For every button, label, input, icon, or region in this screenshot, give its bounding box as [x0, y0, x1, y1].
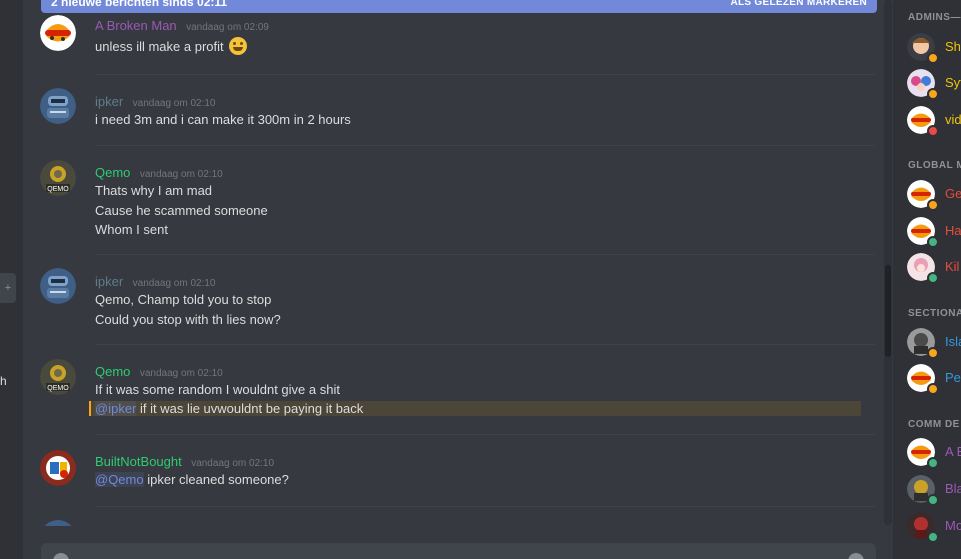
member-name: Per: [945, 370, 961, 385]
message-author[interactable]: BuiltNotBought: [95, 454, 182, 469]
status-indicator: [927, 457, 939, 469]
member-name: Isla: [945, 334, 961, 349]
message: ipker vandaag om 02:10 Qemo, Champ told …: [23, 268, 859, 333]
message-timestamp: vandaag om 02:10: [132, 278, 216, 289]
channel-sidebar-edge: + h: [0, 0, 23, 559]
qemo-avatar-icon[interactable]: QEMO: [40, 160, 76, 196]
message: A Broken Man vandaag om 02:09 unless ill…: [23, 15, 859, 67]
message-author[interactable]: ipker: [95, 274, 123, 289]
member-item[interactable]: vid: [907, 106, 961, 137]
chat-area: 2 nieuwe berichten sinds 02:11 ALS GELEZ…: [23, 0, 893, 559]
qemo-avatar-text: QEMO: [47, 385, 69, 392]
role-header: ADMINS—: [908, 12, 961, 23]
qemo-avatar-text: QEMO: [47, 186, 69, 193]
message-text: if it was lie uvwouldnt be paying it bac…: [136, 401, 364, 416]
message-author[interactable]: A Broken Man: [95, 18, 177, 33]
member-item[interactable]: A B: [907, 438, 961, 469]
message-timestamp: vandaag om 02:09: [186, 22, 269, 33]
status-indicator: [927, 272, 939, 284]
message-text: Qemo, Champ told you to stop: [95, 292, 272, 307]
member-item[interactable]: Mo: [907, 512, 961, 543]
status-indicator: [927, 199, 939, 211]
user-mention[interactable]: @ipker: [95, 401, 137, 416]
status-indicator: [927, 347, 939, 359]
message: BuiltNotBought vandaag om 02:10 @Qemo ip…: [23, 450, 859, 503]
chat-scrollbar-track[interactable]: [884, 0, 892, 525]
message-divider: [95, 434, 875, 435]
robot-avatar-icon[interactable]: [40, 268, 76, 304]
message-text: ipker cleaned someone?: [143, 472, 289, 487]
add-user-icon[interactable]: +: [0, 273, 16, 303]
status-indicator: [927, 125, 939, 137]
message-text: unless ill make a profit: [95, 39, 224, 54]
member-name: Ha: [945, 223, 961, 238]
new-messages-text: 2 nieuwe berichten sinds 02:11: [51, 0, 228, 9]
member-name: Shi: [945, 39, 961, 54]
grinning-face-emoji-icon: [229, 37, 248, 55]
emoji-picker-icon[interactable]: [848, 553, 864, 559]
status-indicator: [927, 88, 939, 100]
message-line: @ipker if it was lie uvwouldnt be paying…: [95, 401, 363, 416]
message-line: unless ill make a profit: [95, 37, 248, 55]
member-list: ADMINS— Shi Syt vid GLOBAL M Ge Ha: [893, 0, 961, 559]
member-item[interactable]: Kil: [907, 253, 961, 284]
robot-avatar-icon[interactable]: [40, 88, 76, 124]
message-line: @Qemo ipker cleaned someone?: [95, 472, 289, 487]
member-name: Bla: [945, 481, 961, 496]
message-text: Whom I sent: [95, 222, 168, 237]
message: ipker vandaag om 02:10 i need 3m and i c…: [23, 88, 859, 143]
member-name: A B: [945, 444, 961, 459]
message-timestamp: vandaag om 02:10: [191, 458, 275, 469]
message-divider: [95, 506, 875, 507]
user-mention[interactable]: @Qemo: [95, 472, 144, 487]
qemo-avatar-icon[interactable]: QEMO: [40, 359, 76, 395]
member-name: Ge: [945, 186, 961, 201]
message-text: i need 3m and i can make it 300m in 2 ho…: [95, 112, 351, 127]
role-header: SECTIONA: [908, 308, 961, 319]
message-text: If it was some random I wouldnt give a s…: [95, 382, 340, 397]
upload-icon[interactable]: [53, 553, 69, 559]
message-timestamp: vandaag om 02:10: [139, 169, 223, 180]
message-text: Cause he scammed someone: [95, 203, 268, 218]
message: QEMO Qemo vandaag om 02:10 If it was som…: [23, 359, 861, 423]
chat-scrollbar-thumb[interactable]: [885, 265, 891, 357]
next-avatar-peek: [40, 520, 76, 526]
channel-name-fragment: h: [0, 374, 7, 388]
new-messages-banner[interactable]: 2 nieuwe berichten sinds 02:11 ALS GELEZ…: [41, 0, 877, 13]
member-item[interactable]: Ge: [907, 180, 961, 211]
message-input[interactable]: [41, 543, 876, 559]
role-header: GLOBAL M: [908, 160, 961, 171]
status-indicator: [927, 494, 939, 506]
member-name: Kil: [945, 259, 960, 274]
member-item[interactable]: Bla: [907, 475, 961, 506]
message-author[interactable]: Qemo: [95, 364, 130, 379]
member-item[interactable]: Per: [907, 364, 961, 395]
burger-king-logo-icon[interactable]: [40, 15, 76, 51]
message-author[interactable]: Qemo: [95, 165, 130, 180]
member-item[interactable]: Shi: [907, 33, 961, 64]
message-author[interactable]: ipker: [95, 94, 123, 109]
member-item[interactable]: Ha: [907, 217, 961, 248]
member-item[interactable]: Syt: [907, 69, 961, 100]
status-indicator: [927, 52, 939, 64]
message-divider: [95, 344, 875, 345]
message-divider: [95, 74, 875, 75]
role-header: COMM DE: [908, 419, 960, 430]
message-text: Could you stop with th lies now?: [95, 312, 281, 327]
message-divider: [95, 254, 875, 255]
member-name: vid: [945, 112, 961, 127]
message: QEMO Qemo vandaag om 02:10 Thats why I a…: [23, 160, 859, 244]
status-indicator: [927, 236, 939, 248]
member-item[interactable]: Isla: [907, 328, 961, 359]
builtnotbought-avatar-icon[interactable]: [40, 450, 76, 486]
message-divider: [95, 145, 875, 146]
message-text: Thats why I am mad: [95, 183, 213, 198]
message-timestamp: vandaag om 02:10: [132, 98, 216, 109]
mark-as-read-button[interactable]: ALS GELEZEN MARKEREN: [730, 0, 867, 8]
status-indicator: [927, 383, 939, 395]
member-name: Syt: [945, 75, 961, 90]
member-name: Mo: [945, 518, 961, 533]
message-timestamp: vandaag om 02:10: [139, 368, 223, 379]
status-indicator: [927, 531, 939, 543]
